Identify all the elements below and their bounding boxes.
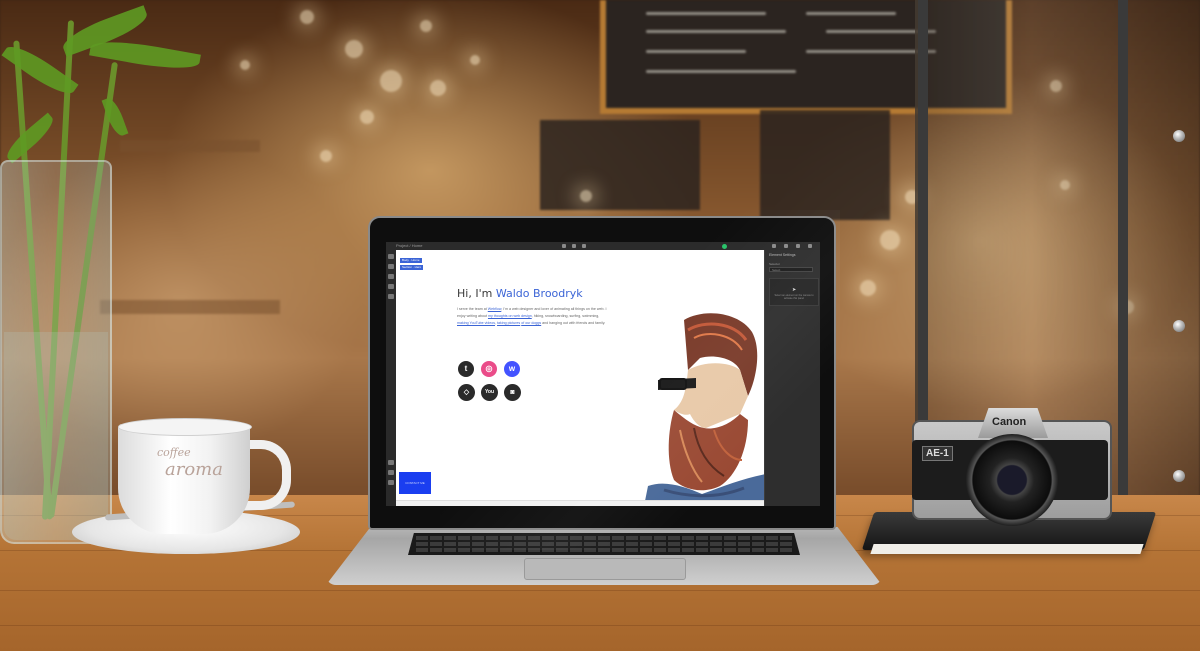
youtube-link[interactable]: making YouTube videos: [457, 321, 495, 325]
contact-me-button[interactable]: CONTACT ME: [399, 472, 431, 494]
pictures-link[interactable]: taking pictures: [497, 321, 520, 325]
add-element-icon[interactable]: [388, 254, 394, 259]
codepen-icon[interactable]: ◇: [458, 384, 475, 401]
camera-brand: Canon: [992, 416, 1027, 428]
laptop-keyboard: [408, 533, 800, 555]
style-panel-icon[interactable]: [772, 244, 776, 248]
thoughts-link[interactable]: my thoughts on web design: [488, 314, 532, 318]
panel-heading: Element Settings: [769, 253, 796, 257]
dribbble-icon[interactable]: ◎: [481, 361, 497, 377]
window-title: Project / Home: [396, 243, 423, 248]
element-settings-panel: Element Settings Selector Select ➤ Selec…: [764, 250, 820, 506]
hero-paragraph[interactable]: I serve the team at Webflow, I'm a web d…: [457, 306, 609, 327]
laptop-screen: Project / Home Body · Home Section · Her…: [386, 242, 820, 506]
hero-heading[interactable]: Hi, I'm Waldo Broodryk: [457, 287, 583, 300]
desktop-view-icon[interactable]: [562, 244, 566, 248]
cup-logo: coffee aroma: [157, 446, 223, 480]
navigator-icon[interactable]: [388, 264, 394, 269]
settings-panel-icon[interactable]: [784, 244, 788, 248]
cursor-icon: ➤: [792, 287, 797, 293]
dogs-link[interactable]: of our doggs: [521, 321, 541, 325]
webflow-link[interactable]: Webflow: [488, 307, 502, 311]
youtube-icon[interactable]: You: [481, 384, 498, 401]
tablet-view-icon[interactable]: [572, 244, 576, 248]
camera-lens: [966, 434, 1058, 526]
pages-icon[interactable]: [388, 274, 394, 279]
webflow-icon[interactable]: w: [504, 361, 520, 377]
navigator-panel-icon[interactable]: [808, 244, 812, 248]
help-icon[interactable]: [388, 460, 394, 465]
audit-icon[interactable]: [388, 480, 394, 485]
video-icon[interactable]: [388, 470, 394, 475]
laptop-trackpad: [524, 558, 686, 580]
publish-status-icon[interactable]: [722, 244, 727, 249]
mobile-view-icon[interactable]: [582, 244, 586, 248]
canvas-badge-body[interactable]: Body · Home: [400, 258, 422, 263]
instagram-icon[interactable]: ◙: [504, 384, 521, 401]
selector-input[interactable]: Select: [769, 267, 813, 272]
assets-icon[interactable]: [388, 294, 394, 299]
design-canvas[interactable]: Body · Home Section · Hero Hi, I'm Waldo…: [396, 250, 764, 506]
canvas-badge-section[interactable]: Section · Hero: [400, 265, 424, 270]
canvas-breadcrumb-bar: [396, 500, 764, 506]
selector-label: Selector: [769, 262, 781, 266]
camera-model: AE-1: [922, 446, 953, 461]
portrait-illustration: [644, 313, 764, 506]
cms-icon[interactable]: [388, 284, 394, 289]
empty-state-note: Select an element on the canvas to activ…: [774, 294, 814, 300]
interactions-panel-icon[interactable]: [796, 244, 800, 248]
twitter-icon[interactable]: t: [458, 361, 474, 377]
